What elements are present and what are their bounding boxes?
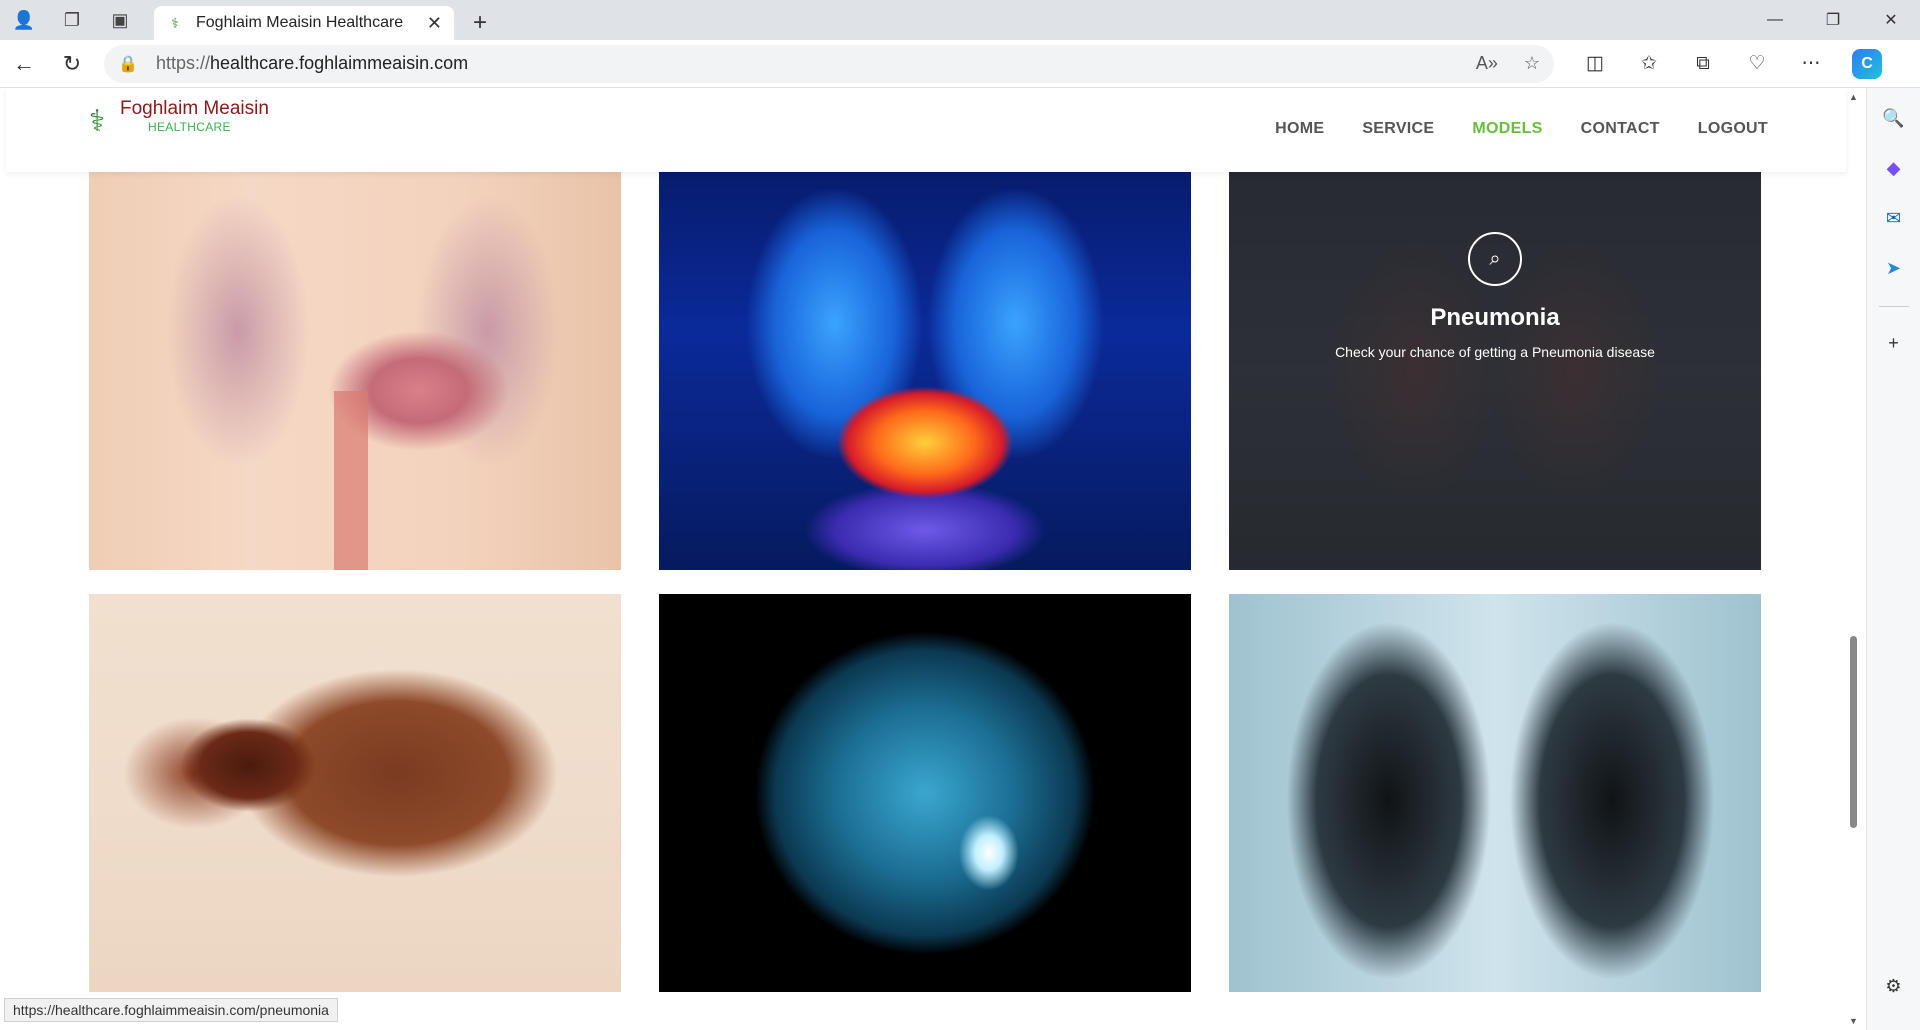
model-card-abdomen[interactable] — [89, 172, 621, 570]
nav-models[interactable]: MODELS — [1472, 120, 1542, 138]
site-favicon-icon: ⚕ — [171, 14, 179, 31]
url-host: healthcare.foghlaimmeaisin.com — [210, 53, 469, 73]
minimize-icon[interactable]: — — [1746, 0, 1804, 40]
browser-tab-bar: 👤 ❐ ▣ ⚕ Foghlaim Meaisin Healthcare ✕ + … — [0, 0, 1920, 40]
caduceus-icon: ⚕ — [88, 104, 106, 138]
model-card-chest-xray[interactable] — [1229, 594, 1761, 992]
magnifier-icon[interactable]: ⌕ — [1468, 232, 1522, 286]
lock-icon[interactable]: 🔒 — [118, 54, 142, 74]
close-window-icon[interactable]: ✕ — [1862, 0, 1920, 40]
profile-icon[interactable]: 👤 — [0, 0, 48, 40]
browser-essentials-icon[interactable]: ♡ — [1730, 44, 1784, 84]
url-scheme: https:// — [156, 53, 211, 73]
outlook-icon[interactable]: ✉ — [1876, 200, 1912, 236]
tab-actions-icon[interactable]: ▣ — [96, 0, 144, 40]
back-icon[interactable]: ← — [0, 44, 48, 84]
tab-title: Foghlaim Meaisin Healthcare — [196, 14, 404, 31]
copilot-sidebar-icon[interactable]: ◆ — [1876, 150, 1912, 186]
model-card-liver[interactable] — [659, 172, 1191, 570]
browser-toolbar: ← ↻ 🔒 https://healthcare.foghlaimmeaisin… — [0, 40, 1920, 88]
main-nav: HOME SERVICE MODELS CONTACT LOGOUT — [1275, 120, 1768, 138]
settings-gear-icon[interactable]: ⚙ — [1876, 968, 1912, 1004]
nav-home[interactable]: HOME — [1275, 120, 1324, 138]
favorites-icon[interactable]: ✩ — [1622, 44, 1676, 84]
workspaces-icon[interactable]: ❐ — [48, 0, 96, 40]
new-tab-button[interactable]: + — [460, 6, 500, 40]
add-sidebar-app-icon[interactable]: + — [1876, 325, 1912, 361]
nav-service[interactable]: SERVICE — [1362, 120, 1434, 138]
nav-contact[interactable]: CONTACT — [1581, 120, 1660, 138]
nav-logout[interactable]: LOGOUT — [1698, 120, 1768, 138]
model-card-pneumonia[interactable]: ⌕ Pneumonia Check your chance of getting… — [1229, 172, 1761, 570]
scroll-down-arrow-icon[interactable]: ▼ — [1849, 1016, 1858, 1026]
model-card-skin-cancer[interactable] — [89, 594, 621, 992]
site-header: ⚕ Foghlaim Meaisin HEALTHCARE HOME SERVI… — [6, 88, 1846, 172]
send-icon[interactable]: ➤ — [1876, 250, 1912, 286]
scrollbar-thumb[interactable] — [1850, 636, 1857, 828]
scroll-up-arrow-icon[interactable]: ▲ — [1849, 92, 1858, 102]
model-card-brain[interactable] — [659, 594, 1191, 992]
copilot-icon[interactable]: C — [1852, 48, 1882, 79]
sidebar-divider — [1878, 306, 1909, 307]
browser-tab[interactable]: ⚕ Foghlaim Meaisin Healthcare ✕ — [154, 6, 454, 40]
address-bar[interactable]: 🔒 https://healthcare.foghlaimmeaisin.com… — [104, 44, 1554, 83]
logo-subtitle: HEALTHCARE — [148, 120, 231, 134]
site-logo[interactable]: ⚕ Foghlaim Meaisin HEALTHCARE — [74, 98, 269, 144]
split-screen-icon[interactable]: ◫ — [1568, 44, 1622, 84]
link-status-bar: https://healthcare.foghlaimmeaisin.com/p… — [4, 998, 338, 1022]
more-menu-icon[interactable]: ⋯ — [1784, 44, 1838, 84]
restore-icon[interactable]: ❐ — [1804, 0, 1862, 40]
close-tab-icon[interactable]: ✕ — [427, 13, 442, 34]
window-controls: — ❐ ✕ — [1746, 0, 1920, 40]
logo-title: Foghlaim Meaisin — [120, 98, 269, 119]
pneumonia-description: Check your chance of getting a Pneumonia… — [1335, 344, 1655, 360]
pneumonia-title: Pneumonia — [1430, 304, 1560, 331]
browser-sidebar: 🔍 ◆ ✉ ➤ + ⚙ — [1866, 88, 1920, 1030]
page-scrollbar[interactable]: ▲ ▼ — [1846, 88, 1860, 1030]
read-aloud-icon[interactable]: A» — [1476, 53, 1498, 74]
collections-icon[interactable]: ⧉ — [1676, 44, 1730, 84]
refresh-icon[interactable]: ↻ — [48, 44, 96, 84]
pneumonia-hover-overlay[interactable]: ⌕ Pneumonia Check your chance of getting… — [1229, 172, 1761, 570]
favorite-star-icon[interactable]: ☆ — [1524, 53, 1540, 74]
search-icon[interactable]: 🔍 — [1876, 100, 1912, 136]
page-viewport: ⚕ Foghlaim Meaisin HEALTHCARE HOME SERVI… — [0, 88, 1866, 1030]
